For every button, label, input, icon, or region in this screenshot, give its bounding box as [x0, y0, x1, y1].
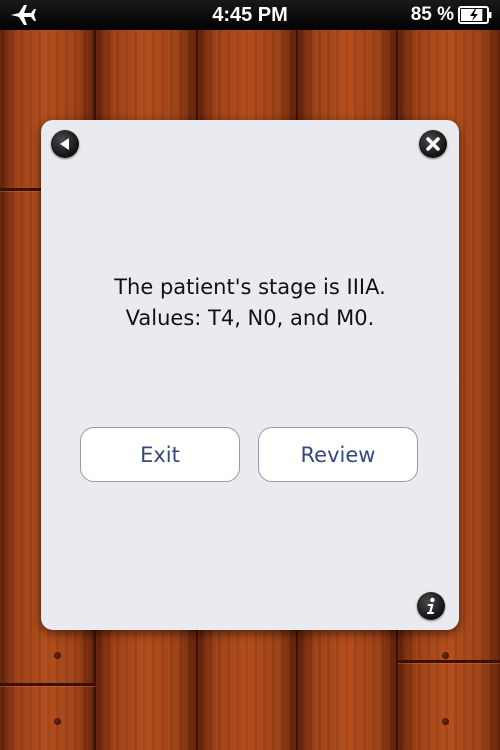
close-button[interactable] — [419, 130, 447, 158]
battery-percent: 85 % — [410, 4, 454, 25]
nail — [442, 718, 449, 725]
info-button[interactable] — [417, 592, 445, 620]
back-button[interactable] — [51, 130, 79, 158]
wood-seam — [398, 660, 500, 663]
nail — [442, 652, 449, 659]
review-button[interactable]: Review — [258, 427, 418, 482]
close-icon — [426, 137, 440, 151]
screen: 4:45 PM 85 % The patient's stage is IIIA… — [0, 0, 500, 750]
status-bar: 4:45 PM 85 % — [0, 0, 500, 30]
result-message-line2: Values: T4, N0, and M0. — [125, 306, 375, 330]
nail — [54, 652, 61, 659]
result-message-line1: The patient's stage is IIIA. — [114, 275, 386, 299]
battery-indicator: 85 % — [411, 4, 492, 26]
nail — [54, 718, 61, 725]
exit-button[interactable]: Exit — [80, 427, 240, 482]
info-icon — [427, 597, 435, 614]
wood-seam — [0, 683, 96, 686]
battery-icon — [458, 6, 492, 24]
result-message: The patient's stage is IIIA. Values: T4,… — [41, 272, 459, 334]
result-dialog: The patient's stage is IIIA. Values: T4,… — [41, 120, 459, 630]
back-icon — [60, 138, 69, 150]
